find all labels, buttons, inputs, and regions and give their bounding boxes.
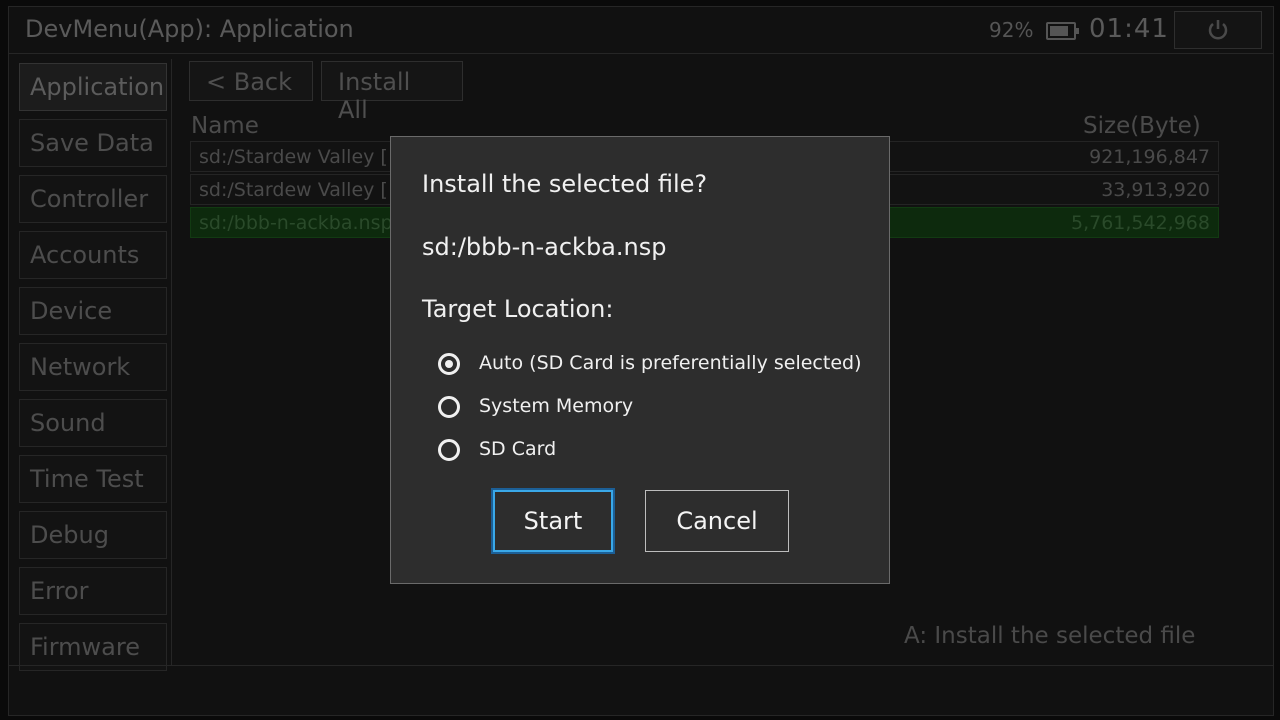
sidebar-item-network[interactable]: Network xyxy=(19,343,167,391)
battery-icon xyxy=(1046,22,1079,40)
radio-label: Auto (SD Card is preferentially selected… xyxy=(479,352,862,374)
power-button[interactable] xyxy=(1174,11,1262,49)
column-header-size: Size(Byte) xyxy=(1083,113,1201,139)
sidebar-item-accounts[interactable]: Accounts xyxy=(19,231,167,279)
footer-hint: A: Install the selected file xyxy=(904,623,1196,649)
sidebar-item-controller[interactable]: Controller xyxy=(19,175,167,223)
radio-label: System Memory xyxy=(479,395,634,417)
file-name: sd:/Stardew Valley [ xyxy=(199,179,388,201)
sidebar: Application Save Data Controller Account… xyxy=(19,59,172,671)
install-dialog: Install the selected file? sd:/bbb-n-ack… xyxy=(390,136,890,584)
clock: 01:41 xyxy=(1089,14,1169,44)
title-bar: DevMenu(App): Application 92% 01:41 xyxy=(9,7,1273,54)
install-all-button[interactable]: Install All xyxy=(321,61,463,124)
radio-unchecked-icon[interactable] xyxy=(438,396,460,418)
power-icon xyxy=(1208,20,1228,40)
sidebar-item-sound[interactable]: Sound xyxy=(19,399,167,447)
back-button[interactable]: < Back xyxy=(189,61,313,101)
dialog-file-path: sd:/bbb-n-ackba.nsp xyxy=(422,233,667,261)
sidebar-item-save-data[interactable]: Save Data xyxy=(19,119,167,167)
radio-checked-icon[interactable] xyxy=(438,353,460,375)
radio-label: SD Card xyxy=(479,438,557,460)
dialog-title: Install the selected file? xyxy=(422,170,708,198)
sidebar-item-error[interactable]: Error xyxy=(19,567,167,615)
sidebar-item-debug[interactable]: Debug xyxy=(19,511,167,559)
file-name: sd:/bbb-n-ackba.nsp xyxy=(199,212,393,234)
window-title: DevMenu(App): Application xyxy=(25,15,354,43)
footer-divider xyxy=(9,665,1273,666)
file-size: 5,761,542,968 xyxy=(1070,212,1210,234)
cancel-button[interactable]: Cancel xyxy=(645,490,789,552)
start-button[interactable]: Start xyxy=(493,490,613,552)
file-name: sd:/Stardew Valley [ xyxy=(199,146,388,168)
sidebar-item-application[interactable]: Application xyxy=(19,63,167,111)
sidebar-item-firmware[interactable]: Firmware xyxy=(19,623,167,671)
file-size: 33,913,920 xyxy=(1101,179,1210,201)
sidebar-item-time-test[interactable]: Time Test xyxy=(19,455,167,503)
sidebar-item-device[interactable]: Device xyxy=(19,287,167,335)
target-location-label: Target Location: xyxy=(422,295,614,323)
battery-percent: 92% xyxy=(989,18,1034,42)
column-header-name: Name xyxy=(191,113,259,139)
file-size: 921,196,847 xyxy=(1089,146,1210,168)
radio-unchecked-icon[interactable] xyxy=(438,439,460,461)
